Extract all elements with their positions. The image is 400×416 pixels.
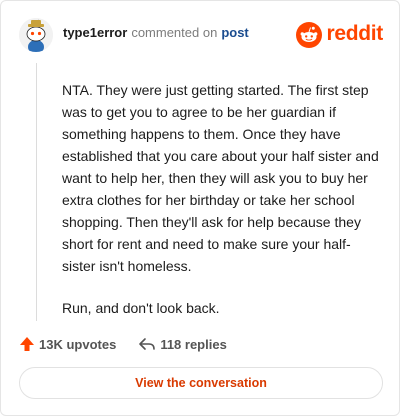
thread-line — [36, 63, 37, 321]
upvotes-stat[interactable]: 13K upvotes — [19, 336, 116, 352]
comment-byline: type1error commented on post — [63, 25, 249, 41]
replies-count: 118 replies — [160, 336, 227, 352]
username-link[interactable]: type1error — [63, 25, 127, 41]
view-conversation-button[interactable]: View the conversation — [19, 367, 383, 399]
upvote-arrow-icon — [20, 337, 34, 351]
comment-paragraph-1: NTA. They were just getting started. The… — [62, 82, 379, 274]
comment-body: NTA. They were just getting started. The… — [62, 79, 382, 339]
commented-on-text: commented on — [131, 25, 218, 40]
upvotes-count: 13K upvotes — [39, 336, 117, 352]
replies-stat[interactable]: 118 replies — [138, 336, 227, 352]
user-avatar[interactable] — [19, 18, 53, 52]
post-link[interactable]: post — [221, 25, 248, 41]
reddit-wordmark: reddit — [326, 22, 383, 45]
reddit-logo[interactable]: reddit — [296, 22, 383, 48]
snoo-avatar-icon — [19, 18, 53, 52]
comment-header: type1error commented on post reddit — [19, 17, 383, 53]
comment-embed-card: type1error commented on post reddit NTA.… — [0, 0, 400, 416]
comment-stats: 13K upvotes 118 replies — [19, 334, 227, 354]
reply-arrow-icon — [139, 338, 156, 350]
reddit-snoo-icon — [296, 22, 323, 48]
comment-paragraph-2: Run, and don't look back. — [62, 300, 220, 316]
